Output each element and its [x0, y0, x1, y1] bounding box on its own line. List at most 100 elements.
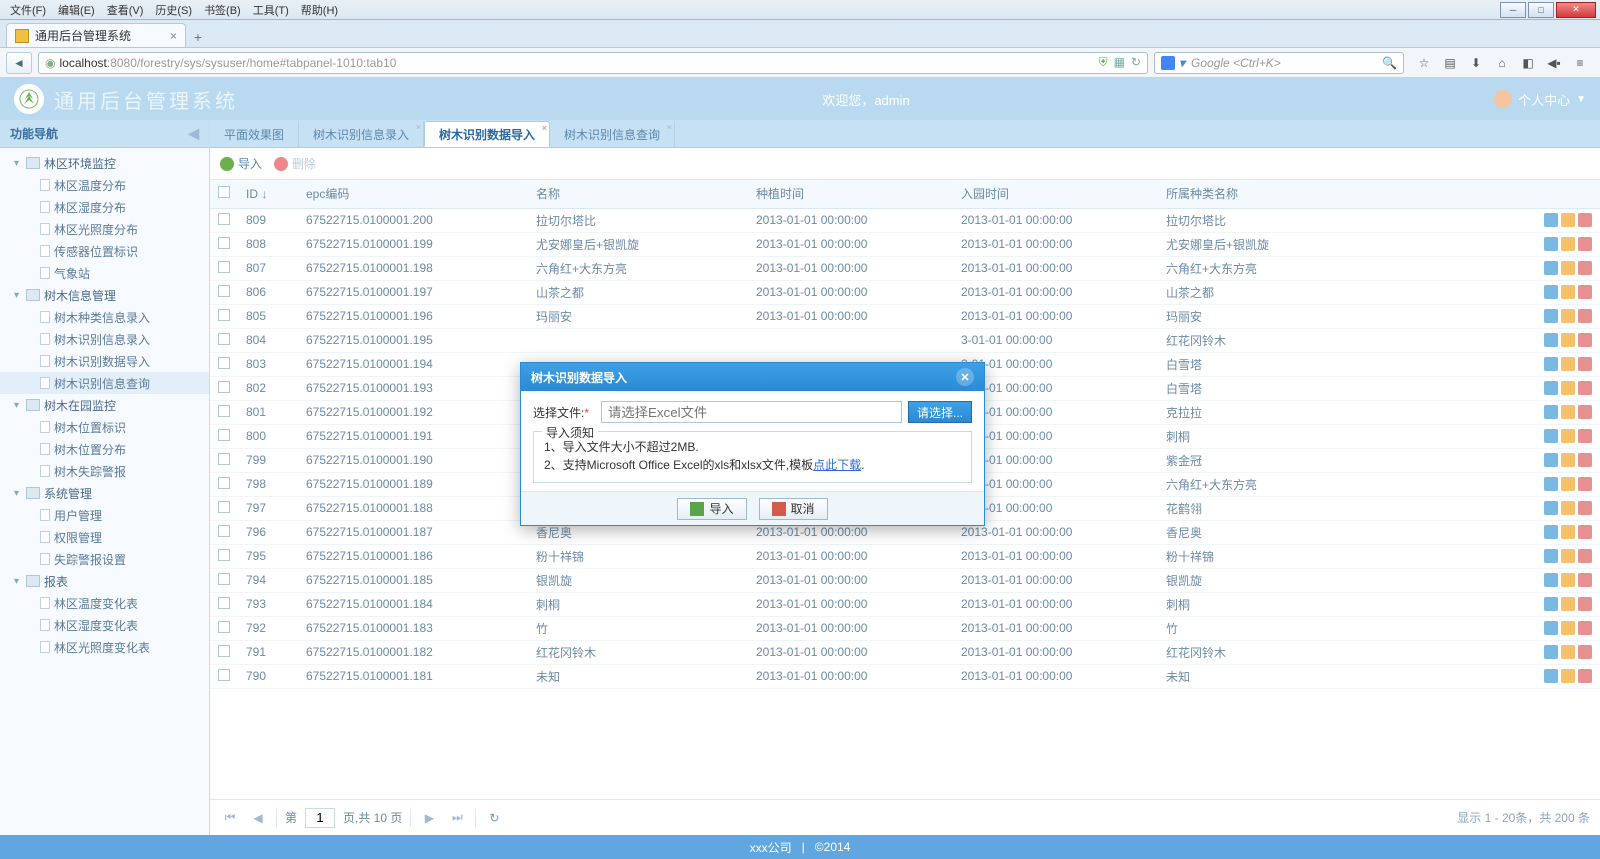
table-row[interactable]: 809 67522715.0100001.200 拉切尔塔比 2013-01-0… [210, 208, 1600, 232]
tree-item[interactable]: 树木识别信息录入 [0, 328, 209, 350]
column-header[interactable]: 名称 [528, 180, 748, 208]
window-minimize-button[interactable]: ─ [1500, 2, 1526, 18]
row-delete-icon[interactable] [1578, 285, 1592, 299]
row-view-icon[interactable] [1544, 405, 1558, 419]
os-menu-item[interactable]: 工具(T) [247, 5, 295, 17]
sidebar-collapse-icon[interactable]: ◀ [188, 125, 199, 142]
table-row[interactable]: 800 67522715.0100001.191 3-01-01 00:00:0… [210, 424, 1600, 448]
os-menu-item[interactable]: 查看(V) [101, 5, 150, 17]
row-checkbox[interactable] [218, 405, 230, 417]
row-view-icon[interactable] [1544, 525, 1558, 539]
first-page-button[interactable]: ⏮ [220, 808, 240, 828]
addon-icon[interactable]: ◀▪ [1546, 56, 1562, 70]
table-row[interactable]: 792 67522715.0100001.183 竹 2013-01-01 00… [210, 616, 1600, 640]
menu-icon[interactable]: ≡ [1572, 56, 1588, 70]
page-input[interactable] [305, 808, 335, 828]
row-edit-icon[interactable] [1561, 261, 1575, 275]
row-checkbox[interactable] [218, 429, 230, 441]
tree-group[interactable]: ▾树木信息管理 [0, 284, 209, 306]
row-delete-icon[interactable] [1578, 213, 1592, 227]
row-delete-icon[interactable] [1578, 261, 1592, 275]
row-view-icon[interactable] [1544, 501, 1558, 515]
row-view-icon[interactable] [1544, 261, 1558, 275]
row-delete-icon[interactable] [1578, 381, 1592, 395]
column-header[interactable]: ID ↓ [238, 180, 298, 208]
tree-item[interactable]: 权限管理 [0, 526, 209, 548]
row-delete-icon[interactable] [1578, 621, 1592, 635]
table-row[interactable]: 799 67522715.0100001.190 3-01-01 00:00:0… [210, 448, 1600, 472]
table-row[interactable]: 804 67522715.0100001.195 3-01-01 00:00:0… [210, 328, 1600, 352]
row-edit-icon[interactable] [1561, 621, 1575, 635]
row-checkbox[interactable] [218, 333, 230, 345]
row-view-icon[interactable] [1544, 333, 1558, 347]
next-page-button[interactable]: ▶ [419, 808, 439, 828]
window-close-button[interactable]: ✕ [1556, 2, 1596, 18]
reload-icon[interactable]: ↻ [1131, 55, 1141, 70]
row-edit-icon[interactable] [1561, 285, 1575, 299]
row-checkbox[interactable] [218, 237, 230, 249]
last-page-button[interactable]: ⏭ [447, 808, 467, 828]
tree-item[interactable]: 林区温度分布 [0, 174, 209, 196]
row-checkbox[interactable] [218, 285, 230, 297]
row-delete-icon[interactable] [1578, 333, 1592, 347]
feed-icon[interactable]: ◧ [1520, 56, 1536, 70]
row-delete-icon[interactable] [1578, 309, 1592, 323]
row-checkbox[interactable] [218, 501, 230, 513]
row-view-icon[interactable] [1544, 573, 1558, 587]
column-header[interactable]: 种植时间 [748, 180, 953, 208]
row-checkbox[interactable] [218, 309, 230, 321]
row-edit-icon[interactable] [1561, 453, 1575, 467]
search-icon[interactable]: 🔍 [1382, 56, 1397, 70]
row-edit-icon[interactable] [1561, 477, 1575, 491]
table-row[interactable]: 790 67522715.0100001.181 未知 2013-01-01 0… [210, 664, 1600, 688]
os-menu-item[interactable]: 帮助(H) [295, 5, 344, 17]
row-edit-icon[interactable] [1561, 405, 1575, 419]
content-tab[interactable]: 平面效果图 [210, 121, 299, 147]
tree-item[interactable]: 用户管理 [0, 504, 209, 526]
row-checkbox[interactable] [218, 597, 230, 609]
content-tab[interactable]: 树木识别信息录入× [299, 121, 424, 147]
row-edit-icon[interactable] [1561, 525, 1575, 539]
table-row[interactable]: 794 67522715.0100001.185 银凯旋 2013-01-01 … [210, 568, 1600, 592]
row-delete-icon[interactable] [1578, 597, 1592, 611]
os-menu-item[interactable]: 历史(S) [149, 5, 198, 17]
table-row[interactable]: 791 67522715.0100001.182 红花冈铃木 2013-01-0… [210, 640, 1600, 664]
tree-item[interactable]: 树木失踪警报 [0, 460, 209, 482]
row-view-icon[interactable] [1544, 213, 1558, 227]
tab-close-icon[interactable]: × [542, 123, 547, 133]
row-delete-icon[interactable] [1578, 645, 1592, 659]
row-checkbox[interactable] [218, 669, 230, 681]
row-delete-icon[interactable] [1578, 549, 1592, 563]
row-view-icon[interactable] [1544, 597, 1558, 611]
row-view-icon[interactable] [1544, 237, 1558, 251]
user-center-menu[interactable]: 个人中心 ▼ [1494, 90, 1586, 109]
row-checkbox[interactable] [218, 621, 230, 633]
tree-group[interactable]: ▾林区环境监控 [0, 152, 209, 174]
tree-group[interactable]: ▾系统管理 [0, 482, 209, 504]
row-checkbox[interactable] [218, 573, 230, 585]
table-row[interactable]: 803 67522715.0100001.194 3-01-01 00:00:0… [210, 352, 1600, 376]
row-delete-icon[interactable] [1578, 405, 1592, 419]
row-delete-icon[interactable] [1578, 573, 1592, 587]
column-header[interactable]: 入园时间 [953, 180, 1158, 208]
row-view-icon[interactable] [1544, 285, 1558, 299]
row-view-icon[interactable] [1544, 309, 1558, 323]
delete-button[interactable]: 删除 [274, 155, 316, 172]
row-delete-icon[interactable] [1578, 357, 1592, 371]
tree-item[interactable]: 林区温度变化表 [0, 592, 209, 614]
row-edit-icon[interactable] [1561, 429, 1575, 443]
row-delete-icon[interactable] [1578, 501, 1592, 515]
url-input[interactable]: ◉ localhost:8080/forestry/sys/sysuser/ho… [38, 52, 1148, 74]
tree-item[interactable]: 失踪警报设置 [0, 548, 209, 570]
browser-tab[interactable]: 通用后台管理系统 × [6, 23, 186, 47]
row-view-icon[interactable] [1544, 381, 1558, 395]
row-edit-icon[interactable] [1561, 213, 1575, 227]
window-maximize-button[interactable]: □ [1528, 2, 1554, 18]
row-edit-icon[interactable] [1561, 573, 1575, 587]
row-checkbox[interactable] [218, 645, 230, 657]
back-button[interactable]: ◄ [6, 52, 32, 74]
new-tab-button[interactable]: + [186, 27, 210, 47]
tree-item[interactable]: 传感器位置标识 [0, 240, 209, 262]
table-row[interactable]: 795 67522715.0100001.186 粉十祥锦 2013-01-01… [210, 544, 1600, 568]
tab-close-icon[interactable]: × [667, 122, 672, 132]
